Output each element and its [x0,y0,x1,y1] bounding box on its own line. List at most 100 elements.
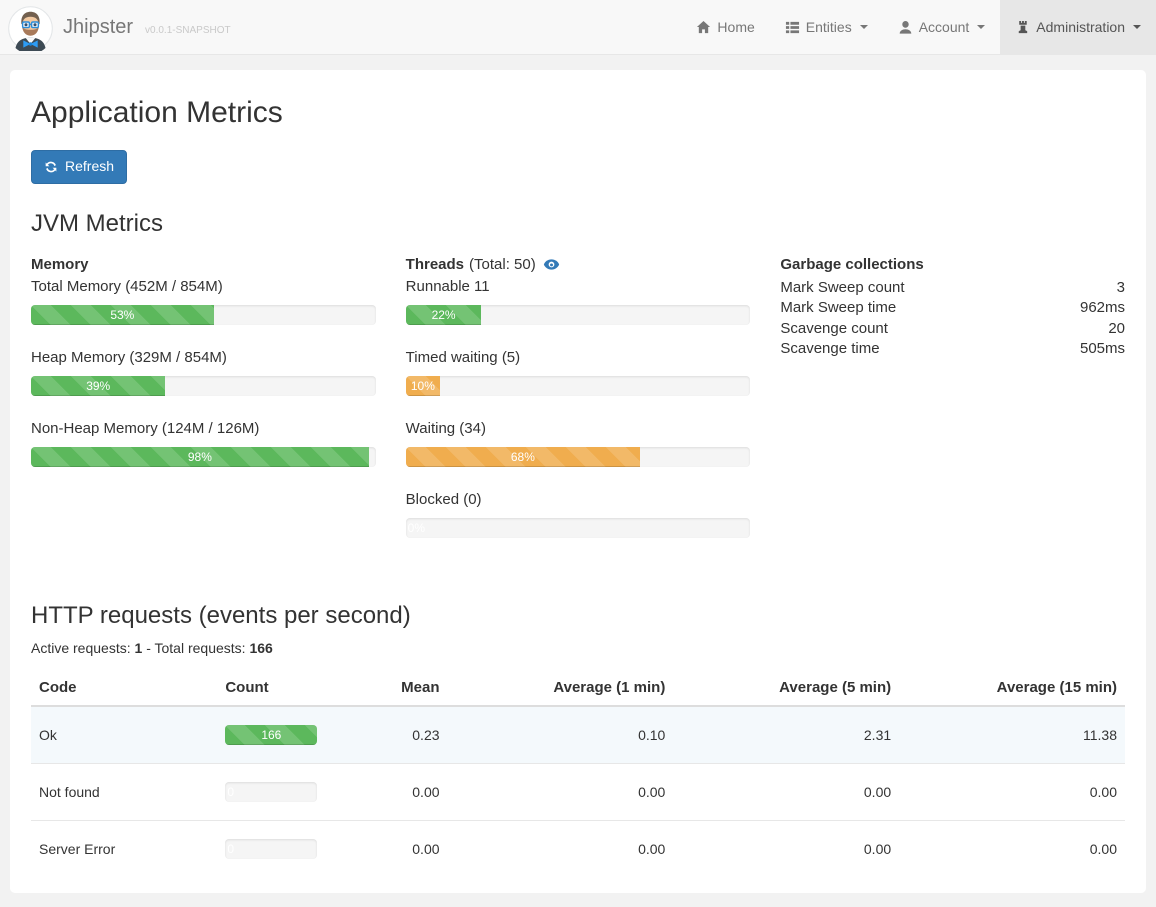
progress-bar-fill: 0% [406,518,432,538]
tower-icon [1015,20,1030,35]
column-header-code: Code [31,670,217,706]
code-cell: Server Error [31,820,217,877]
table-row-ok: Ok 166 0.23 0.10 2.31 11.38 [31,706,1125,764]
total-memory-label: Total Memory (452M / 854M) [31,278,376,295]
gc-value: 3 [1117,278,1125,299]
progress-bar-value: 10% [411,379,435,393]
runnable-metric: Runnable 11 22% [406,278,751,325]
http-requests-heading: HTTP requests (events per second) [31,602,1125,630]
http-requests-table: Code Count Mean Average (1 min) Average … [31,670,1125,877]
avg15-cell: 0.00 [899,820,1125,877]
blocked-metric: Blocked (0) 0% [406,491,751,538]
refresh-button-label: Refresh [65,157,114,177]
column-header-count: Count [217,670,349,706]
count-value: 166 [261,728,281,742]
progress-bar-fill: 68% [406,447,640,467]
refresh-button[interactable]: Refresh [31,150,127,184]
column-header-avg5: Average (5 min) [673,670,899,706]
blocked-label: Blocked (0) [406,491,751,508]
threads-heading: Threads [406,256,464,273]
chevron-down-icon [860,25,868,29]
code-cell: Ok [31,706,217,764]
nav-label: Account [919,19,970,35]
total-memory-metric: Total Memory (452M / 854M) 53% [31,278,376,325]
memory-column: Memory Total Memory (452M / 854M) 53% He… [31,256,406,562]
progress-bar-fill: 53% [31,305,214,325]
user-icon [898,20,913,35]
nonheap-memory-progress: 98% [31,447,376,467]
heap-memory-metric: Heap Memory (329M / 854M) 39% [31,349,376,396]
progress-bar-fill: 22% [406,305,482,325]
runnable-progress: 22% [406,305,751,325]
nonheap-memory-metric: Non-Heap Memory (124M / 126M) 98% [31,420,376,467]
refresh-icon [44,160,58,174]
timed-waiting-metric: Timed waiting (5) 10% [406,349,751,396]
nav-label: Home [717,19,754,35]
progress-bar-fill: 0 [225,782,251,802]
avg15-cell: 0.00 [899,763,1125,820]
threads-column: Threads (Total: 50) Runnable 11 22% Time… [406,256,781,562]
runnable-label: Runnable 11 [406,278,751,295]
memory-heading: Memory [31,256,376,273]
home-icon [696,20,711,35]
progress-bar-fill: 98% [31,447,369,467]
avg5-cell: 0.00 [673,763,899,820]
heap-memory-progress: 39% [31,376,376,396]
code-cell: Not found [31,763,217,820]
progress-bar-value: 0% [408,521,425,535]
column-header-avg1: Average (1 min) [448,670,674,706]
separator: - [146,640,151,656]
nav-item-home[interactable]: Home [681,0,769,54]
waiting-progress: 68% [406,447,751,467]
progress-bar-value: 39% [86,379,110,393]
progress-bar-value: 98% [188,450,212,464]
gc-row-mark-sweep-count: Mark Sweep count 3 [780,278,1125,299]
brand[interactable]: Jhipster v0.0.1-SNAPSHOT [0,0,231,54]
count-progress: 0 [225,782,317,802]
jvm-metrics-grid: Memory Total Memory (452M / 854M) 53% He… [31,256,1125,562]
gc-label: Scavenge count [780,319,888,340]
table-header-row: Code Count Mean Average (1 min) Average … [31,670,1125,706]
gc-value: 962ms [1080,298,1125,319]
chevron-down-icon [977,25,985,29]
count-value: 0 [227,785,234,799]
waiting-metric: Waiting (34) 68% [406,420,751,467]
count-cell: 0 [217,763,349,820]
avg1-cell: 0.10 [448,706,674,764]
gc-value: 20 [1108,319,1125,340]
progress-bar-fill: 10% [406,376,440,396]
requests-summary: Active requests: 1 - Total requests: 166 [31,640,1125,656]
nav-item-account[interactable]: Account [883,0,1001,54]
mean-cell: 0.00 [349,820,448,877]
progress-bar-fill: 166 [225,725,317,745]
gc-label: Mark Sweep count [780,278,904,299]
total-memory-progress: 53% [31,305,376,325]
avg5-cell: 2.31 [673,706,899,764]
nonheap-memory-label: Non-Heap Memory (124M / 126M) [31,420,376,437]
progress-bar-fill: 39% [31,376,165,396]
page-title: Application Metrics [31,96,1125,130]
nav-label: Administration [1036,19,1125,35]
column-header-avg15: Average (15 min) [899,670,1125,706]
avg15-cell: 11.38 [899,706,1125,764]
timed-waiting-progress: 10% [406,376,751,396]
nav-item-administration[interactable]: Administration [1000,0,1156,54]
gc-label: Scavenge time [780,339,879,360]
mean-cell: 0.23 [349,706,448,764]
brand-title: Jhipster [63,16,133,39]
heap-memory-label: Heap Memory (329M / 854M) [31,349,376,366]
total-requests-label: Total requests: [155,640,246,656]
avg5-cell: 0.00 [673,820,899,877]
list-icon [785,20,800,35]
count-progress: 166 [225,725,317,745]
eye-icon[interactable] [543,256,560,273]
navbar: Jhipster v0.0.1-SNAPSHOT Home Entities A… [0,0,1156,55]
jvm-metrics-heading: JVM Metrics [31,210,1125,238]
threads-heading-row: Threads (Total: 50) [406,256,751,273]
mean-cell: 0.00 [349,763,448,820]
active-requests-label: Active requests: [31,640,131,656]
gc-row-scavenge-count: Scavenge count 20 [780,319,1125,340]
nav-item-entities[interactable]: Entities [770,0,883,54]
main-nav: Home Entities Account Administration [681,0,1156,54]
gc-column: Garbage collections Mark Sweep count 3 M… [780,256,1125,562]
